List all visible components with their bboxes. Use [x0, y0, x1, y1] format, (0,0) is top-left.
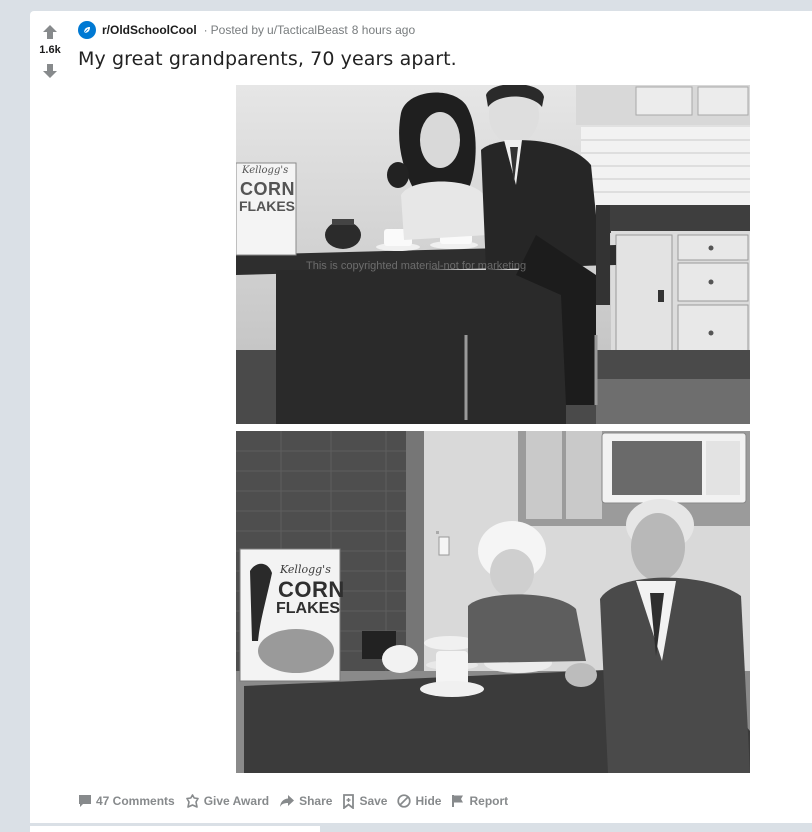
bookmark-icon — [343, 793, 355, 809]
modern-box-brand: Kellogg's — [280, 563, 331, 576]
post-image-modern[interactable]: Kellogg's CORN FLAKES — [236, 431, 750, 773]
report-label: Report — [469, 794, 509, 808]
vote-score: 1.6k — [39, 44, 61, 56]
comments-button[interactable]: 47 Comments — [78, 794, 175, 808]
post-actions-bar: 47 Comments Give Award Share Save Hide R… — [78, 791, 518, 811]
share-label: Share — [299, 794, 333, 808]
save-button[interactable]: Save — [342, 793, 388, 809]
posted-by-label: Posted by — [210, 23, 265, 37]
post-time[interactable]: 8 hours ago — [352, 23, 415, 37]
hide-button[interactable]: Hide — [397, 794, 441, 808]
save-label: Save — [359, 794, 388, 808]
share-button[interactable]: Share — [279, 794, 332, 808]
author-link[interactable]: u/TacticalBeast — [267, 23, 348, 37]
photo-watermark: This is copyrighted material-not for mar… — [306, 260, 527, 272]
vintage-box-line2: FLAKES — [239, 198, 295, 214]
upvote-icon[interactable] — [42, 24, 58, 40]
vintage-box-line1: CORN — [240, 179, 295, 199]
award-icon — [185, 793, 199, 808]
report-button[interactable]: Report — [451, 794, 508, 808]
subreddit-link[interactable]: r/OldSchoolCool — [102, 23, 197, 37]
flag-icon — [452, 795, 464, 807]
post-image-vintage[interactable]: Kellogg's CORN FLAKES This is copyrighte… — [236, 85, 750, 424]
post-title[interactable]: My great grandparents, 70 years apart. — [78, 48, 457, 70]
hide-icon — [397, 794, 412, 808]
leaf-icon — [83, 27, 90, 34]
vintage-box-brand: Kellogg's — [242, 165, 289, 176]
hide-label: Hide — [415, 794, 442, 808]
subreddit-icon[interactable] — [78, 21, 96, 39]
comment-icon — [79, 795, 91, 807]
page-bottom-strip — [30, 826, 320, 832]
award-label: Give Award — [203, 794, 270, 808]
downvote-icon[interactable] — [42, 63, 58, 79]
vintage-photo-illustration — [236, 85, 750, 424]
post-header: r/OldSchoolCool · Posted by u/TacticalBe… — [78, 21, 415, 39]
modern-box-line2: FLAKES — [276, 600, 340, 617]
share-arrow-icon — [280, 795, 295, 807]
comments-label: 47 Comments — [96, 794, 175, 808]
post-card[interactable]: 1.6k r/OldSchoolCool · Posted by u/Tacti… — [30, 11, 812, 823]
header-separator: · — [203, 23, 208, 37]
give-award-button[interactable]: Give Award — [185, 793, 270, 809]
